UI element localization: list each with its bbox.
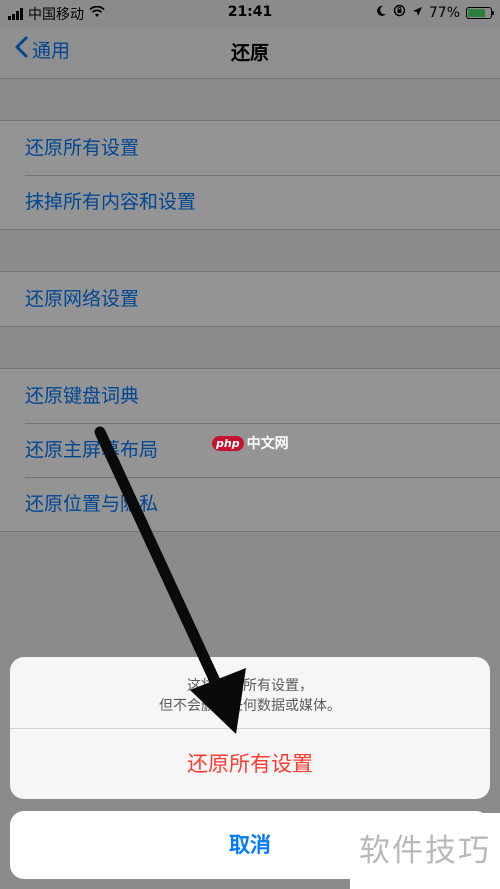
bottom-watermark: 软件技巧 — [350, 813, 500, 889]
php-watermark: php 中文网 — [212, 433, 289, 453]
screen: 中国移动 21:41 77% 通用 还原 还原所有设置 抹掉所有内容和设置 还原… — [0, 0, 500, 889]
php-badge: php — [212, 435, 244, 451]
php-watermark-text: 中文网 — [246, 436, 289, 452]
